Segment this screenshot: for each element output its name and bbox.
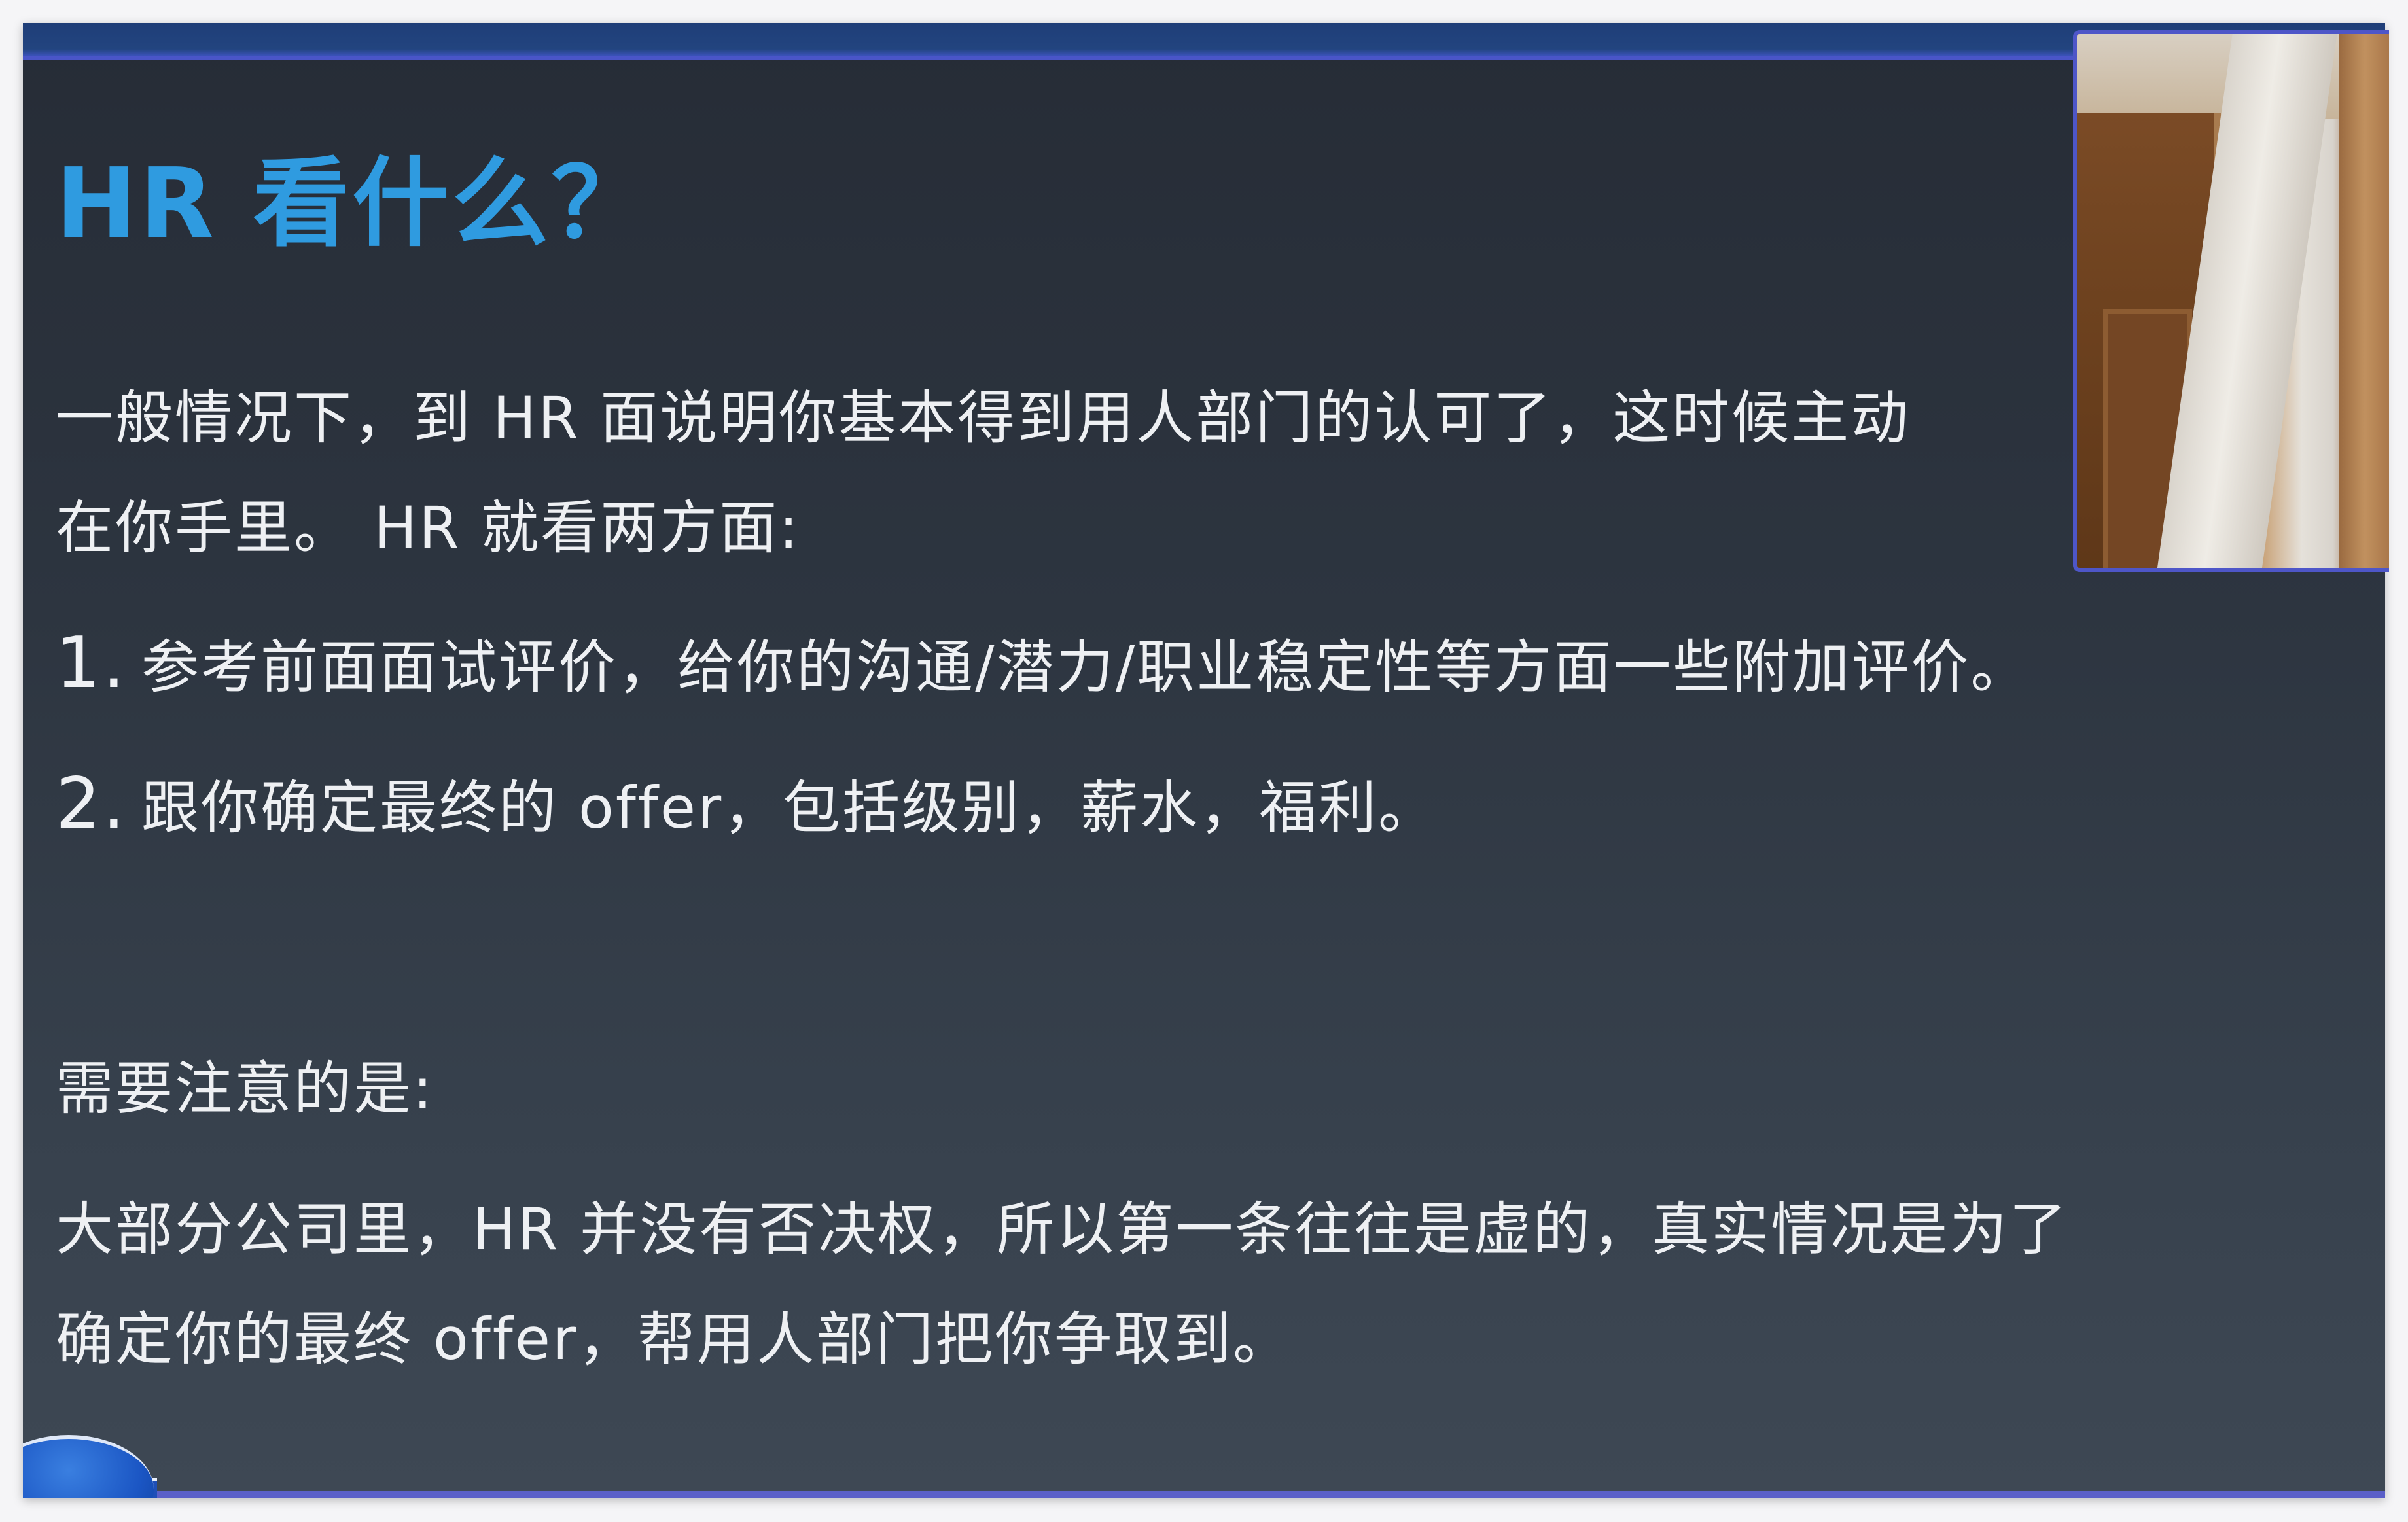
- note-line-2: 确定你的最终 offer，帮用人部门把你争取到。: [56, 1305, 1293, 1373]
- presentation-slide: HR 看什么？ 一般情况下，到 HR 面说明你基本得到用人部门的认可了，这时候主…: [23, 23, 2385, 1498]
- list-item-1: 1. 参考前面面试评价，给你的沟通/潜力/职业稳定性等方面一些附加评价。: [56, 609, 2359, 722]
- slide-header-bar: [23, 23, 2385, 60]
- webcam-overlay[interactable]: [2073, 30, 2389, 572]
- intro-paragraph: 一般情况下，到 HR 面说明你基本得到用人部门的认可了，这时候主动 在你手里。 …: [56, 363, 2359, 583]
- list-item-number: 1.: [56, 622, 128, 704]
- window-frame: HR 看什么？ 一般情况下，到 HR 面说明你基本得到用人部门的认可了，这时候主…: [0, 0, 2408, 1522]
- list-item-text: 跟你确定最终的 offer，包括级别，薪水，福利。: [141, 774, 1438, 841]
- note-paragraph: 大部分公司里，HR 并没有否决权，所以第一条往往是虚的，真实情况是为了 确定你的…: [56, 1175, 2359, 1394]
- list-item-text: 参考前面面试评价，给你的沟通/潜力/职业稳定性等方面一些附加评价。: [141, 633, 2030, 701]
- list-item-2: 2. 跟你确定最终的 offer，包括级别，薪水，福利。: [56, 749, 2359, 863]
- intro-line-1: 一般情况下，到 HR 面说明你基本得到用人部门的认可了，这时候主动: [56, 384, 1911, 451]
- footer-logo-icon: [23, 1435, 154, 1498]
- list-item-number: 2.: [56, 763, 128, 845]
- intro-line-2: 在你手里。 HR 就看两方面:: [56, 494, 800, 561]
- slide-footer-bar: [23, 1491, 2385, 1498]
- note-line-1: 大部分公司里，HR 并没有否决权，所以第一条往往是虚的，真实情况是为了: [56, 1195, 2069, 1263]
- webcam-door-frame-image: [2339, 34, 2389, 568]
- note-heading: 需要注意的是:: [56, 1055, 434, 1122]
- slide-title: HR 看什么？: [56, 147, 651, 260]
